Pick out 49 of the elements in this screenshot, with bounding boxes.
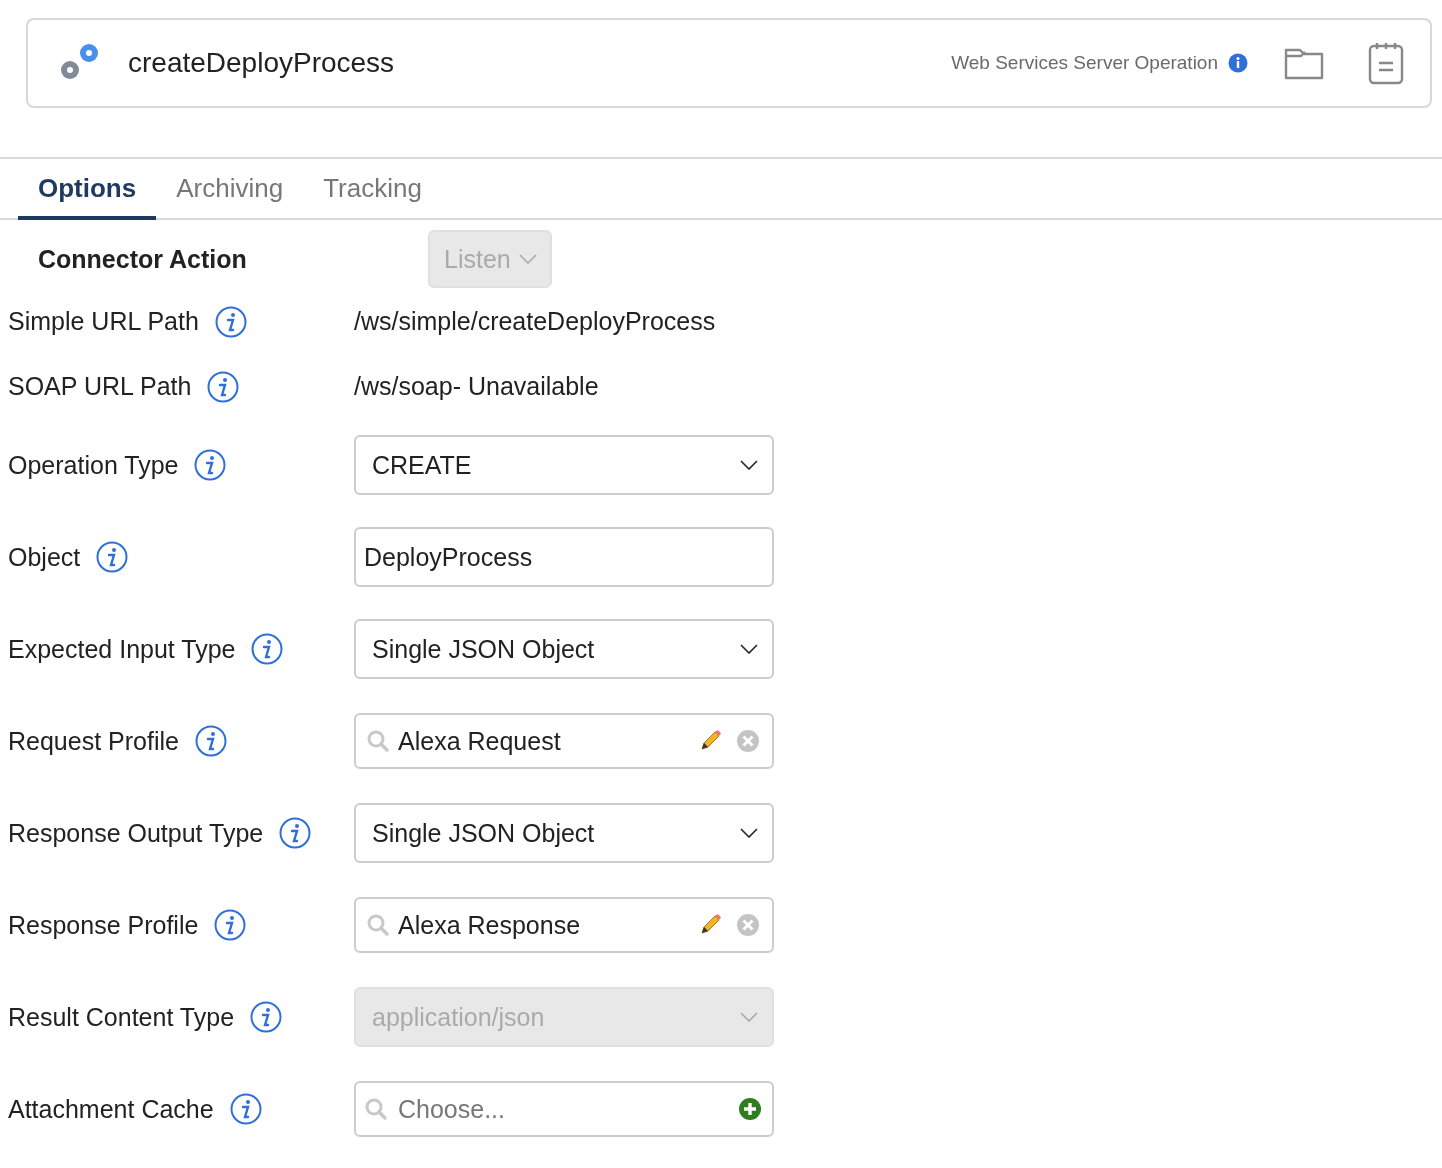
field-label: Result Content Type: [8, 1002, 235, 1032]
pencil-icon[interactable]: [698, 729, 722, 753]
info-icon[interactable]: [250, 1001, 283, 1033]
chevron-down-icon: [518, 254, 537, 264]
info-icon[interactable]: [214, 305, 247, 338]
folder-icon[interactable]: [1284, 46, 1324, 80]
add-icon[interactable]: [738, 1097, 762, 1121]
chevron-down-icon: [740, 460, 758, 470]
info-icon[interactable]: [194, 725, 227, 757]
tab[interactable]: Archiving: [156, 159, 304, 220]
chevron-down-icon: [740, 644, 758, 654]
field-label: SOAP URL Path: [8, 372, 192, 401]
tab[interactable]: Options: [18, 159, 157, 220]
info-icon[interactable]: [194, 449, 227, 481]
field-value: /ws/simple/createDeployProcess: [354, 307, 716, 336]
field-label: Expected Input Type: [8, 634, 236, 664]
input-field[interactable]: DeployProcess: [354, 527, 774, 587]
section-label: Connector Action: [38, 244, 248, 274]
info-icon[interactable]: [279, 817, 312, 849]
chevron-down-icon: [740, 1012, 758, 1022]
search-icon: [364, 1097, 388, 1121]
field-label: Response Output Type: [8, 818, 264, 848]
field-label: Object: [8, 542, 81, 572]
info-icon[interactable]: [229, 1093, 262, 1125]
field-label: Response Profile: [8, 910, 199, 940]
info-icon[interactable]: [251, 633, 284, 665]
select-field[interactable]: CREATE: [354, 435, 774, 495]
info-icon[interactable]: [1228, 53, 1248, 73]
search-icon: [366, 729, 390, 753]
field-label: Attachment Cache: [8, 1094, 214, 1124]
profile-field[interactable]: Alexa Request: [354, 713, 774, 769]
field-label: Operation Type: [8, 450, 179, 480]
field-value: /ws/soap- Unavailable: [354, 372, 599, 401]
info-icon[interactable]: [207, 370, 240, 403]
tab[interactable]: Tracking: [303, 159, 442, 220]
operation-type: Web Services Server Operation: [951, 52, 1218, 74]
info-icon[interactable]: [214, 909, 247, 941]
search-icon: [366, 913, 390, 937]
chooser-field[interactable]: Choose...: [354, 1081, 774, 1137]
chevron-down-icon: [740, 828, 758, 838]
notepad-icon[interactable]: [1368, 41, 1404, 85]
select-field[interactable]: Single JSON Object: [354, 803, 774, 863]
field-label: Request Profile: [8, 726, 179, 756]
pencil-icon[interactable]: [698, 913, 722, 937]
profile-field[interactable]: Alexa Response: [354, 897, 774, 953]
select-field[interactable]: Single JSON Object: [354, 619, 774, 679]
field-label: Simple URL Path: [8, 307, 199, 336]
operation-title: createDeployProcess: [128, 47, 396, 79]
info-icon[interactable]: [96, 541, 129, 573]
